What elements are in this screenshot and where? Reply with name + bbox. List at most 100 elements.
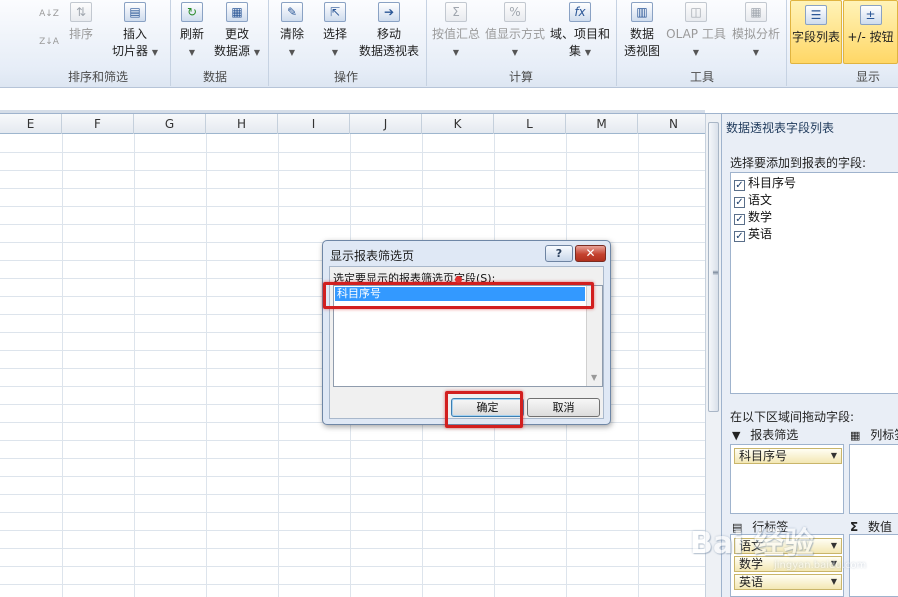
report-filter-area[interactable]: 科目序号 ▼: [730, 444, 844, 514]
column-labels-icon: ▦: [850, 429, 861, 442]
field-list-button[interactable]: ☰ 字段列表: [790, 0, 842, 64]
field-item-math[interactable]: ✓ 数学: [734, 209, 772, 226]
olap-label: OLAP 工具: [666, 27, 726, 41]
column-header[interactable]: F: [62, 114, 134, 134]
scroll-thumb[interactable]: ≡: [708, 122, 719, 412]
gridline-horizontal: [0, 512, 705, 513]
sort-button[interactable]: ⇅ 排序: [64, 2, 98, 43]
refresh-button[interactable]: ↻ 刷新 ▼: [176, 2, 208, 61]
insert-slicer-button[interactable]: ▤ 插入 切片器 ▼: [108, 2, 162, 61]
clear-button[interactable]: ✎ 清除 ▼: [274, 2, 310, 61]
column-header[interactable]: G: [134, 114, 206, 134]
field-item-chinese[interactable]: ✓ 语文: [734, 192, 772, 209]
checkbox-checked-icon[interactable]: ✓: [734, 214, 745, 225]
column-header[interactable]: H: [206, 114, 278, 134]
row-field-pill[interactable]: 英语 ▼: [734, 574, 842, 590]
values-header: Σ 数值: [850, 518, 892, 535]
olap-tools-button[interactable]: ◫ OLAP 工具 ▼: [664, 2, 728, 61]
group-separator: [786, 0, 787, 86]
sigma-icon: Σ: [850, 520, 859, 534]
gridline-horizontal: [0, 476, 705, 477]
group-separator: [268, 0, 269, 86]
what-if-analysis-button[interactable]: ▦ 模拟分析 ▼: [728, 2, 784, 61]
dropdown-arrow-icon: ▼: [331, 48, 339, 57]
cancel-button[interactable]: 取消: [527, 398, 600, 417]
checkbox-checked-icon[interactable]: ✓: [734, 180, 745, 191]
plus-minus-buttons-button[interactable]: ± +/- 按钮: [843, 0, 898, 64]
chart-icon: ▥: [631, 2, 653, 22]
report-filter-label: 报表筛选: [750, 428, 799, 442]
plus-minus-label: +/- 按钮: [847, 30, 894, 44]
gridline-horizontal: [0, 170, 705, 171]
percent-icon: %: [504, 2, 526, 22]
dropdown-arrow-icon: ▼: [253, 48, 260, 57]
scroll-down-icon[interactable]: ▼: [591, 373, 597, 382]
field-label: 语文: [748, 193, 773, 207]
column-header[interactable]: J: [350, 114, 422, 134]
highlight-dot: [455, 276, 462, 283]
select-button[interactable]: ⇱ 选择 ▼: [316, 2, 354, 61]
column-labels-area[interactable]: [849, 444, 898, 514]
gridline-vertical: [62, 134, 63, 597]
grip-icon: ≡: [712, 268, 719, 277]
slicer-icon: ▤: [124, 2, 146, 22]
dropdown-arrow-icon: ▼: [511, 48, 519, 57]
fields-items-sets-button[interactable]: fx 域、项目和 集 ▼: [548, 2, 612, 61]
what-if-label: 模拟分析: [731, 27, 780, 41]
change-source-label: 更改: [224, 27, 249, 41]
what-if-icon: ▦: [745, 2, 767, 22]
olap-cube-icon: ◫: [685, 2, 707, 22]
move-pivottable-button[interactable]: ➔ 移动 数据透视表: [356, 2, 422, 60]
checkbox-checked-icon[interactable]: ✓: [734, 231, 745, 242]
ribbon: A↓Z Z↓A ⇅ 排序 ▤ 插入 切片器 ▼ 排序和筛选 ↻ 刷新 ▼ ▦ 更…: [0, 0, 898, 88]
watermark-text: Bai 经验: [690, 526, 814, 561]
pivotchart-button[interactable]: ▥ 数据 透视图: [620, 2, 664, 60]
show-values-label: 值显示方式: [484, 27, 545, 41]
filter-field-pill[interactable]: 科目序号 ▼: [734, 448, 842, 464]
show-values-as-button[interactable]: % 值显示方式 ▼: [484, 2, 546, 61]
change-data-source-button[interactable]: ▦ 更改 数据源 ▼: [212, 2, 262, 61]
column-header[interactable]: L: [494, 114, 566, 134]
plus-minus-icon: ±: [859, 5, 882, 25]
gridline-horizontal: [0, 548, 705, 549]
insert-slicer-label-2: 切片器: [112, 44, 149, 58]
field-item-english[interactable]: ✓ 英语: [734, 226, 772, 243]
watermark-subtext: jingyan.baidu.com: [774, 560, 867, 571]
sort-za-button[interactable]: Z↓A: [38, 32, 60, 51]
gridline-horizontal: [0, 458, 705, 459]
highlight-list-item: [323, 282, 594, 309]
fields-items-label: 域、项目和: [549, 27, 610, 41]
values-label: 数值: [868, 520, 893, 534]
fields-list: ✓ 科目序号 ✓ 语文 ✓ 数学 ✓ 英语: [730, 172, 898, 394]
gridline-horizontal: [0, 152, 705, 153]
gridline-vertical: [638, 134, 639, 597]
gridline-horizontal: [0, 206, 705, 207]
field-label: 数学: [748, 210, 773, 224]
sort-az-button[interactable]: A↓Z: [38, 4, 60, 23]
pivotchart-label: 数据: [629, 27, 654, 41]
highlight-ok-button: [445, 391, 523, 428]
refresh-label: 刷新: [179, 27, 204, 41]
gridline-vertical: [134, 134, 135, 597]
group-label-tools: 工具: [690, 70, 715, 84]
select-label: 选择: [322, 27, 347, 41]
close-button[interactable]: ✕: [575, 245, 606, 262]
column-header[interactable]: N: [638, 114, 705, 134]
column-header[interactable]: I: [278, 114, 350, 134]
pivotchart-label-2: 透视图: [623, 44, 660, 58]
gridline-horizontal: [0, 440, 705, 441]
drag-fields-label: 在以下区域间拖动字段:: [730, 410, 855, 424]
column-header[interactable]: E: [0, 114, 62, 134]
field-item-subject-no[interactable]: ✓ 科目序号: [734, 175, 796, 192]
column-header[interactable]: M: [566, 114, 638, 134]
fields-items-label-2: 集: [569, 44, 582, 58]
move-pivot-label: 移动: [376, 27, 401, 41]
dropdown-arrow-icon[interactable]: ▼: [831, 575, 837, 589]
summarize-values-by-button[interactable]: Σ 按值汇总 ▼: [430, 2, 482, 61]
filter-funnel-icon: ▼: [732, 429, 741, 442]
checkbox-checked-icon[interactable]: ✓: [734, 197, 745, 208]
column-header[interactable]: K: [422, 114, 494, 134]
gridline-horizontal: [0, 494, 705, 495]
dropdown-arrow-icon[interactable]: ▼: [831, 449, 837, 463]
help-button[interactable]: ?: [545, 245, 573, 262]
